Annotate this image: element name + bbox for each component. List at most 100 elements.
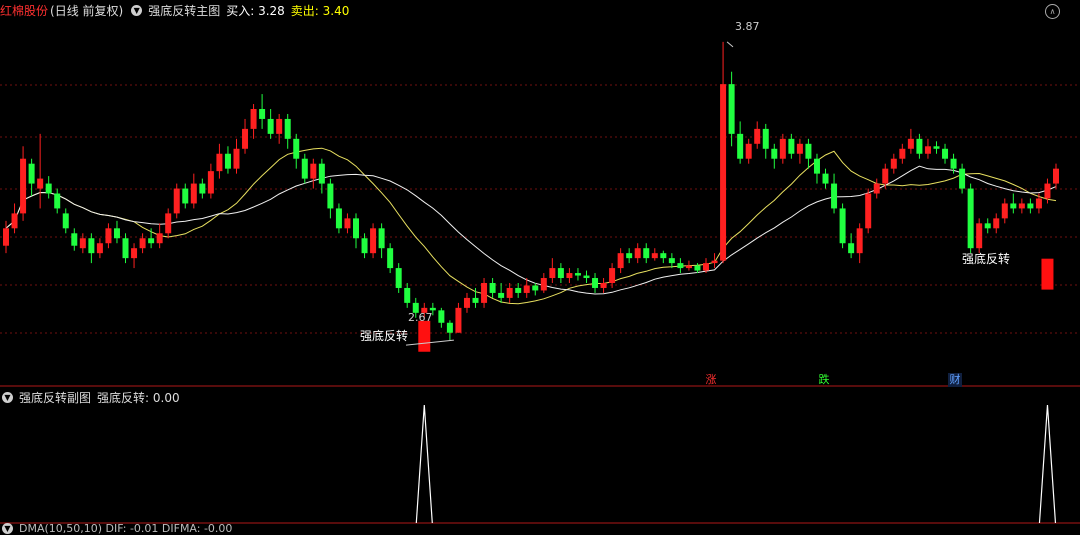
candle-body (907, 138, 914, 149)
candle-body (207, 171, 214, 194)
candle-body (796, 143, 803, 154)
candle-body (626, 253, 633, 259)
candle-body (378, 228, 385, 249)
candle-body (344, 218, 351, 229)
candle-body (216, 153, 223, 172)
candle-body (737, 133, 744, 159)
candle-body (250, 109, 257, 129)
candle-body (617, 253, 624, 269)
candle-body (28, 163, 35, 184)
candle-body (404, 287, 411, 303)
candle-body (3, 228, 9, 246)
indicator-name: 强底反转主图 (148, 3, 221, 18)
bottom-indicator-menu-icon[interactable]: ▼ (2, 522, 13, 534)
candle-body (62, 213, 69, 229)
candle-body (583, 275, 590, 279)
candle-body (182, 188, 189, 204)
candle-body (318, 163, 325, 184)
candle-body (771, 148, 778, 159)
candle-body (284, 118, 291, 139)
candle-body (233, 148, 240, 169)
candle-body (779, 138, 786, 159)
candle-body (1053, 168, 1059, 184)
candle-body (959, 168, 966, 189)
candle-body (506, 287, 513, 298)
candle-body (788, 138, 795, 154)
candle-body (822, 173, 829, 184)
candle-body (515, 287, 522, 293)
candle-body (745, 143, 752, 159)
stock-name: 红棉股份 (0, 3, 49, 18)
ma-line-yellow (5, 147, 1057, 305)
candle-body (924, 146, 931, 154)
indicator-menu-icon[interactable]: ▼ (131, 4, 143, 16)
collapse-chevron-icon[interactable]: ∧ (1045, 4, 1060, 19)
candle-body (301, 158, 308, 179)
candle-body (592, 278, 599, 288)
candle-body (472, 297, 479, 303)
high-price-label: 3.87 (735, 20, 760, 33)
chart-canvas[interactable] (0, 0, 1080, 531)
candle-body (276, 118, 283, 134)
candle-body (395, 268, 402, 288)
sub-indicator-menu-icon[interactable]: ▼ (2, 391, 13, 403)
candle-body (762, 128, 769, 149)
candle-body (327, 183, 334, 209)
news-badge-fall[interactable]: 跌 (817, 373, 831, 387)
candle-body (967, 188, 974, 249)
candle-body (882, 168, 889, 184)
signal-label-1: 强底反转 (360, 329, 409, 343)
candle-body (916, 138, 923, 154)
candle-body (45, 183, 52, 194)
period-label: (日线 前复权) (50, 3, 124, 18)
candle-body (165, 213, 172, 234)
candle-body (549, 268, 556, 279)
candle-body (353, 218, 359, 239)
high-price-arrow (726, 41, 734, 48)
candle-body (455, 307, 462, 333)
candle-body (259, 109, 266, 119)
candle-body (677, 263, 684, 269)
candle-body (1044, 183, 1051, 199)
candle-body (199, 183, 206, 194)
stock-chart-window: 红棉股份 (日线 前复权) ▼ 强底反转主图 买入: 3.28 卖出: 3.40… (0, 0, 1080, 535)
candle-body (668, 258, 675, 264)
candle-body (105, 228, 112, 244)
sell-label: 卖出: 3.40 (290, 3, 350, 18)
candle-body (839, 208, 846, 244)
candle-body (720, 84, 727, 261)
candle-body (685, 265, 692, 269)
candle-body (899, 148, 906, 159)
candle-body (335, 208, 342, 229)
candle-body (540, 278, 547, 291)
candle-body (88, 238, 95, 254)
candle-body (660, 253, 667, 259)
candle-body (1010, 203, 1017, 209)
candle-body (813, 158, 820, 174)
news-badge-finance[interactable]: 财 (948, 373, 962, 387)
candle-body (190, 183, 197, 204)
news-badge-rise[interactable]: 涨 (704, 373, 718, 387)
candle-body (489, 283, 496, 293)
candle-body (609, 268, 616, 283)
candle-body (933, 146, 940, 149)
candle-body (831, 183, 838, 209)
signal-bar (1041, 258, 1054, 290)
candle-body (173, 188, 180, 214)
candle-body (984, 223, 991, 229)
candle-body (711, 260, 718, 264)
sub-indicator-spike (415, 404, 433, 524)
candle-body (848, 243, 855, 254)
candle-body (148, 238, 155, 244)
sub-chart-header: ▼ 强底反转副图 强底反转: 0.00 (0, 387, 186, 407)
candle-body (942, 148, 949, 159)
candle-body (71, 233, 78, 246)
candle-body (993, 218, 1000, 229)
sub-indicator-spike (1038, 404, 1057, 524)
candle-body (1001, 203, 1008, 219)
candle-body (728, 84, 735, 134)
candle-body (131, 248, 138, 259)
candle-body (703, 263, 709, 271)
candle-body (600, 283, 607, 288)
candle-body (361, 238, 368, 254)
